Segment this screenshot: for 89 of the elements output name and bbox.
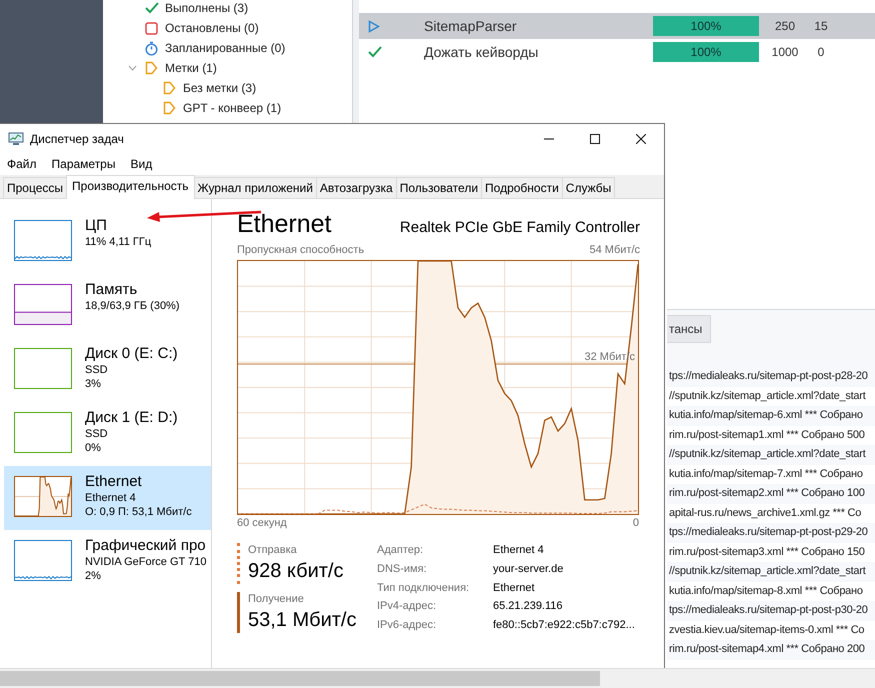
resource-detail: О: 0,9 П: 53,1 Мбит/с xyxy=(85,505,192,519)
resource-detail: NVIDIA GeForce GT 710 xyxy=(85,555,206,569)
property-value: 65.21.239.116 xyxy=(493,599,564,614)
legend-bar xyxy=(237,543,240,584)
resource-name: Диск 0 (E: C:) xyxy=(85,344,178,363)
stat-label: Получение xyxy=(248,592,305,607)
tree-item[interactable]: Запланированные (0) xyxy=(103,38,352,58)
resource-detail: 2% xyxy=(85,569,102,583)
resource-item[interactable]: Диск 0 (E: C:) SSD 3% xyxy=(4,338,211,402)
window-title: Диспетчер задач xyxy=(30,132,125,146)
stat-value: 928 кбит/с xyxy=(248,559,344,584)
table-cell-text: 1000 xyxy=(770,45,800,59)
resource-name: Графический про xyxy=(85,536,206,555)
resource-detail: SSD xyxy=(85,363,109,377)
log-line: //sputnik.kz/sitemap_article.xml?date_start xyxy=(668,388,867,404)
tree-item[interactable]: GPT - конвеер (1) xyxy=(103,98,352,118)
tag-icon xyxy=(163,81,176,95)
stopwatch-icon xyxy=(145,40,158,56)
graph-label: 54 Мбит/с xyxy=(590,244,640,258)
play-icon xyxy=(368,20,380,32)
monitor-icon xyxy=(8,132,24,146)
menu-item[interactable]: Параметры xyxy=(52,157,116,171)
tree-item[interactable]: Без метки (3) xyxy=(103,78,352,98)
log-line: apital-rus.ru/news_archive1.xml.gz *** Со xyxy=(668,506,862,520)
resource-name: Память xyxy=(85,280,138,299)
resource-item[interactable]: Память 18,9/63,9 ГБ (30%) xyxy=(4,274,211,338)
tab[interactable]: Производительность xyxy=(66,175,194,199)
table-cell-text: 15 xyxy=(813,19,829,33)
check-icon xyxy=(144,2,158,14)
log-line: kutia.info/map/sitemap-7.xml *** Собрано xyxy=(668,466,864,482)
resource-item[interactable]: Ethernet Ethernet 4 О: 0,9 П: 53,1 Мбит/с xyxy=(4,466,211,530)
close-icon xyxy=(636,134,646,144)
property-value: Ethernet 4 xyxy=(493,543,545,558)
property-value: Ethernet xyxy=(493,580,536,596)
tree-item[interactable]: Метки (1) xyxy=(103,58,352,78)
tab[interactable]: Службы xyxy=(562,177,616,198)
resource-detail: 11% 4,11 ГГц xyxy=(85,235,152,249)
resource-name: Диск 1 (E: D:) xyxy=(85,408,178,427)
resource-detail: 3% xyxy=(85,377,102,391)
task-name: Дожать кейворды xyxy=(424,44,540,60)
tab[interactable]: Процессы xyxy=(3,177,68,198)
menu-item[interactable]: Вид xyxy=(130,157,152,171)
graph-label: 0 xyxy=(632,517,639,531)
property-label: Адаптер: xyxy=(377,543,424,558)
tag-icon xyxy=(145,61,158,75)
tree-item[interactable]: Остановлены (0) xyxy=(103,18,352,38)
tag-icon xyxy=(163,101,176,115)
scrollbar-thumb[interactable] xyxy=(0,671,600,686)
property-label: IPv6-адрес: xyxy=(377,618,438,633)
graph-caption: Пропускная способность xyxy=(237,244,364,258)
check-icon xyxy=(368,46,382,58)
device-name: Realtek PCIe GbE Family Controller xyxy=(400,218,640,238)
stop-icon xyxy=(145,22,158,34)
resource-detail: SSD xyxy=(85,427,109,441)
task-row[interactable]: Дожать кейворды 100% 1000 0 xyxy=(359,39,875,65)
menu-item[interactable]: Файл xyxy=(7,157,37,171)
log-line: zvestia.kiev.ua/sitemap-items-0.xml *** Co xyxy=(668,622,866,638)
table-cell-text: 0 xyxy=(816,45,826,59)
property-value: fe80::5cb7:e922:c5b7:c792... xyxy=(493,618,635,633)
resource-detail: 0% xyxy=(85,441,102,455)
log-line: rim.ru/post-sitemap1.xml *** Собрано 500 xyxy=(668,428,866,442)
resource-detail: 18,9/63,9 ГБ (30%) xyxy=(85,299,180,313)
resource-name: Ethernet xyxy=(85,472,143,491)
property-label: IPv4-адрес: xyxy=(377,599,438,614)
graph-label: 60 секунд xyxy=(237,517,287,531)
table-cell-text: 250 xyxy=(774,19,796,33)
progress-text: 100% xyxy=(690,45,722,59)
resource-name: ЦП xyxy=(85,216,108,235)
maximize-icon xyxy=(590,134,600,144)
legend-bar xyxy=(237,592,240,633)
property-label: Тип подключения: xyxy=(377,580,470,596)
property-label: DNS-имя: xyxy=(377,562,428,577)
resource-detail: Ethernet 4 xyxy=(85,491,137,505)
tree-item[interactable]: Выполнены (3) xyxy=(103,0,352,18)
task-name: SitemapParser xyxy=(424,18,518,34)
task-row[interactable]: SitemapParser 100% 250 15 xyxy=(359,13,875,39)
resource-item[interactable]: Графический про NVIDIA GeForce GT 710 2% xyxy=(4,530,211,594)
log-line: rim.ru/post-sitemap3.xml *** Собрано 150 xyxy=(668,544,866,560)
property-value: your-server.de xyxy=(493,562,564,577)
section-title: Ethernet xyxy=(237,209,332,239)
resource-item[interactable]: Диск 1 (E: D:) SSD 0% xyxy=(4,402,211,466)
chevron-down-icon xyxy=(128,65,136,71)
stat-value: 53,1 Мбит/с xyxy=(248,608,356,633)
tab[interactable]: тансы xyxy=(667,315,712,343)
resource-item[interactable]: ЦП 11% 4,11 ГГц xyxy=(4,210,211,274)
log-line: kutia.info/map/sitemap-8.xml *** Собрано xyxy=(668,584,864,598)
progress-text: 100% xyxy=(690,19,722,33)
stat-label: Отправка xyxy=(248,543,298,558)
scrollbar[interactable] xyxy=(0,668,875,688)
